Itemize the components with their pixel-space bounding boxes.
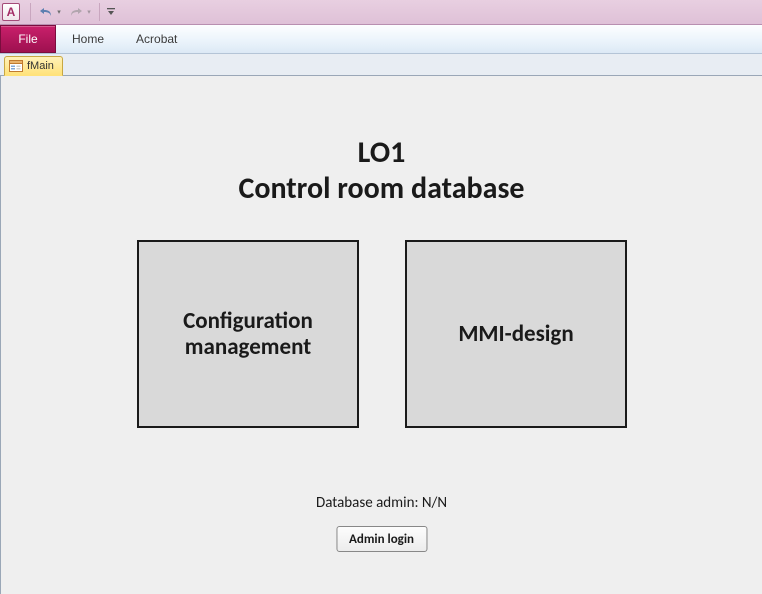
redo-icon[interactable] [65,2,87,22]
document-tab-fmain[interactable]: fMain [4,56,63,76]
undo-icon[interactable] [35,2,57,22]
big-button-label: MMI-design [458,321,573,347]
app-icon[interactable]: A [2,3,20,21]
form-title-line2: Control room database [1,170,762,207]
admin-login-label: Admin login [349,532,414,547]
configuration-management-button[interactable]: Configuration management [137,240,359,428]
big-button-label: Configuration management [149,308,347,361]
undo-dropdown-icon[interactable]: ▾ [55,8,63,16]
file-tab[interactable]: File [0,25,56,53]
ribbon: File Home Acrobat [0,25,762,54]
document-tab-strip: fMain [0,54,762,76]
redo-dropdown-icon[interactable]: ▾ [85,8,93,16]
tab-acrobat[interactable]: Acrobat [120,25,193,53]
qat-separator-2 [99,3,100,21]
form-title-line1: LO1 [1,134,762,171]
database-admin-status: Database admin: N/N [1,494,762,512]
admin-login-button[interactable]: Admin login [336,526,427,552]
qat-separator [30,3,31,21]
form-body: LO1 Control room database Configuration … [0,76,762,594]
quick-access-toolbar: A ▾ ▾ [0,0,762,25]
tab-home[interactable]: Home [56,25,120,53]
form-icon [9,60,23,72]
customize-qat-icon[interactable] [104,2,118,22]
document-tab-label: fMain [27,60,54,72]
mmi-design-button[interactable]: MMI-design [405,240,627,428]
